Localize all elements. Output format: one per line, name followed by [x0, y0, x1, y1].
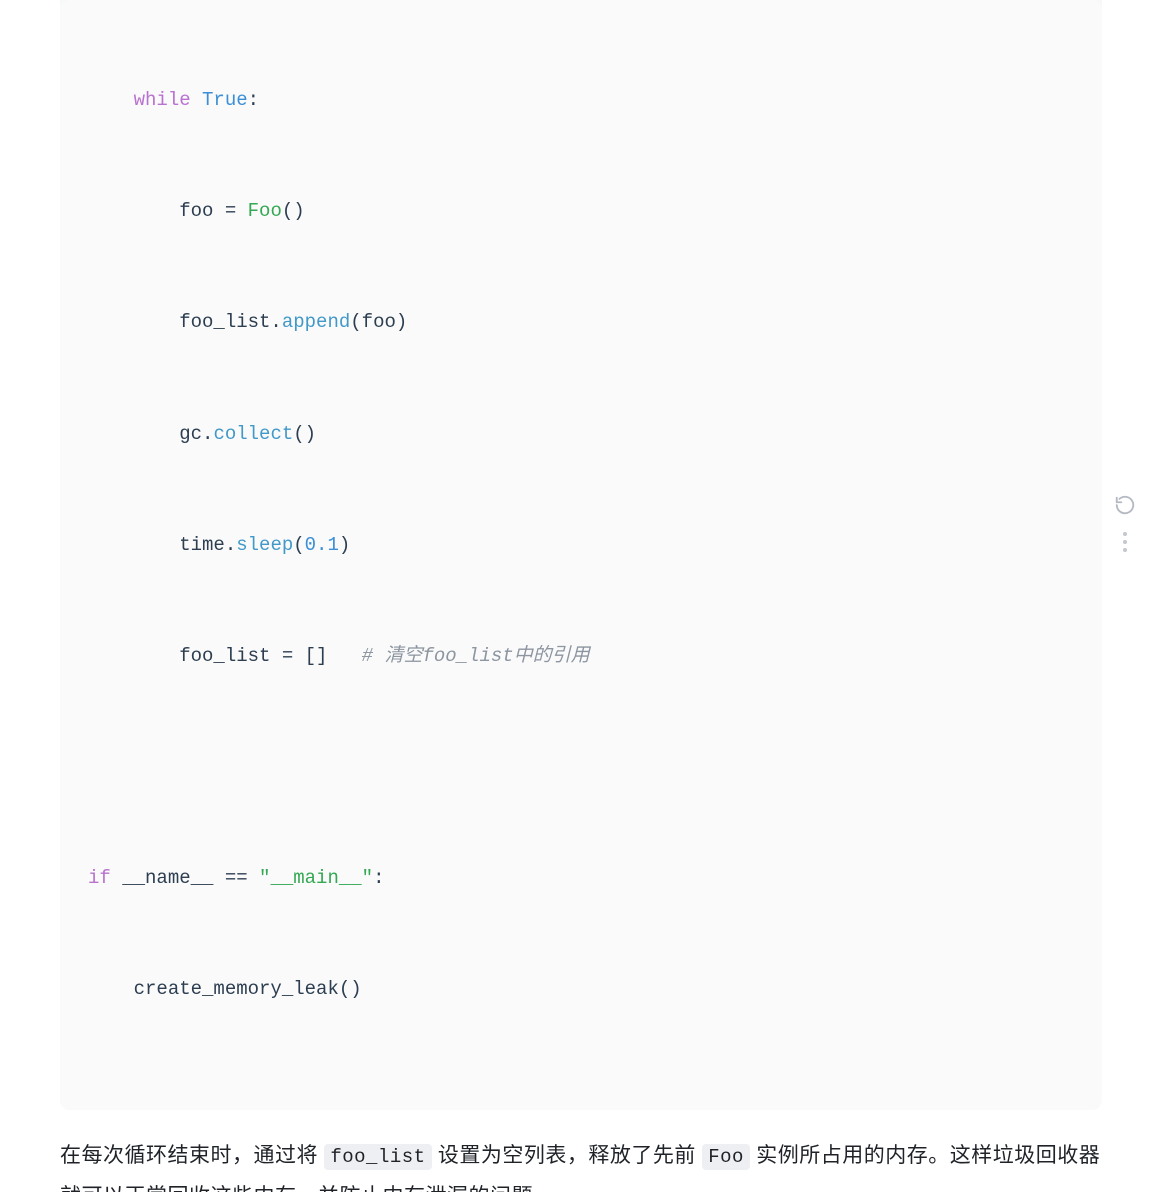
code-line-4: gc.collect(): [60, 416, 1102, 453]
keyword-if: if: [88, 867, 111, 889]
code-line-9: create_memory_leak(): [60, 971, 1102, 1008]
method-collect: collect: [213, 423, 293, 445]
string-main: "__main__": [259, 867, 373, 889]
method-append: append: [282, 311, 350, 333]
inline-code-foo: Foo: [702, 1144, 750, 1170]
code-line-blank: [60, 749, 1102, 786]
code-line-8: if __name__ == "__main__":: [60, 860, 1102, 897]
code-line-3: foo_list.append(foo): [60, 304, 1102, 341]
explanation-text: 在每次循环结束时，通过将 foo_list 设置为空列表，释放了先前 Foo 实…: [60, 1110, 1102, 1192]
content-card: while True: foo = Foo() foo_list.append(…: [60, 0, 1102, 1110]
code-line-5: time.sleep(0.1): [60, 527, 1102, 564]
number-literal: 0.1: [305, 534, 339, 556]
inline-code-foo-list: foo_list: [324, 1144, 431, 1170]
literal-true: True: [202, 89, 248, 111]
class-foo: Foo: [248, 200, 282, 222]
side-controls: [1112, 492, 1138, 552]
code-comment: # 清空foo_list中的引用: [362, 645, 590, 667]
refresh-icon[interactable]: [1112, 492, 1138, 518]
code-block: while True: foo = Foo() foo_list.append(…: [60, 0, 1102, 1110]
more-options-icon[interactable]: [1123, 532, 1127, 552]
code-line-2: foo = Foo(): [60, 193, 1102, 230]
code-line-1: while True:: [60, 82, 1102, 119]
method-sleep: sleep: [236, 534, 293, 556]
code-line-6: foo_list = [] # 清空foo_list中的引用: [60, 638, 1102, 675]
keyword-while: while: [134, 89, 191, 111]
